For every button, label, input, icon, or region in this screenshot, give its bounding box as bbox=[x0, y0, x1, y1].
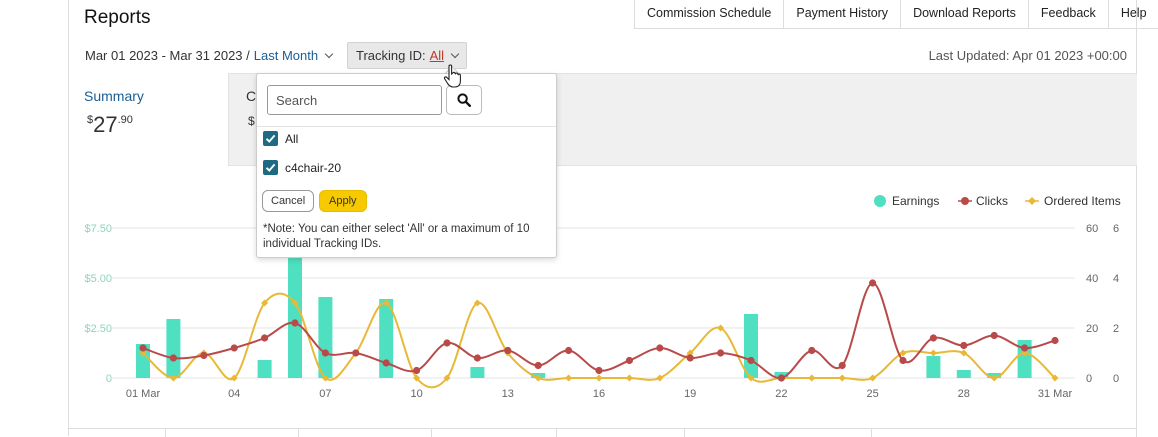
summary-cents: .90 bbox=[117, 114, 133, 126]
date-range: Mar 01 2023 - Mar 31 2023 / bbox=[85, 48, 250, 63]
summary-whole: 27 bbox=[93, 112, 118, 137]
nav-feedback[interactable]: Feedback bbox=[1029, 0, 1109, 28]
search-icon bbox=[457, 93, 471, 107]
option-label: c4chair-20 bbox=[285, 160, 342, 175]
tracking-id-dropdown: All c4chair-20 Cancel Apply *Note: You c… bbox=[256, 73, 557, 258]
divider bbox=[257, 126, 556, 127]
option-c4chair-20[interactable]: c4chair-20 bbox=[263, 160, 341, 175]
apply-button[interactable]: Apply bbox=[319, 190, 367, 212]
tracking-id-label: Tracking ID: bbox=[356, 48, 426, 63]
summary-label[interactable]: Summary bbox=[84, 88, 144, 104]
last-updated: Last Updated: Apr 01 2023 +00:00 bbox=[928, 48, 1127, 63]
checkbox-checked-icon[interactable] bbox=[263, 131, 278, 146]
report-frame bbox=[68, 0, 1137, 436]
tracking-search-input[interactable] bbox=[267, 85, 442, 115]
top-nav: Commission Schedule Payment History Down… bbox=[634, 0, 1158, 29]
hand-pointer-icon bbox=[443, 64, 461, 88]
tracking-note: *Note: You can either select 'All' or a … bbox=[263, 223, 530, 250]
option-label: All bbox=[285, 131, 299, 146]
checkbox-checked-icon[interactable] bbox=[263, 160, 278, 175]
summary-panel bbox=[69, 73, 1137, 166]
tracking-id-value[interactable]: All bbox=[430, 48, 444, 63]
option-all[interactable]: All bbox=[263, 131, 298, 146]
nav-commission-schedule[interactable]: Commission Schedule bbox=[635, 0, 785, 28]
nav-download-reports[interactable]: Download Reports bbox=[901, 0, 1029, 28]
nav-help[interactable]: Help bbox=[1109, 0, 1158, 28]
date-filter: Mar 01 2023 - Mar 31 2023 / Last Month bbox=[85, 48, 334, 63]
bottom-cards-strip bbox=[69, 428, 1137, 437]
cancel-button[interactable]: Cancel bbox=[262, 190, 315, 212]
chevron-down-icon[interactable] bbox=[450, 49, 460, 59]
card-two-label[interactable]: C bbox=[246, 88, 256, 104]
nav-payment-history[interactable]: Payment History bbox=[784, 0, 902, 28]
page-title: Reports bbox=[84, 7, 151, 28]
card-two-value: $ bbox=[248, 114, 255, 128]
summary-value: $ 27 .90 bbox=[87, 112, 133, 138]
period-link[interactable]: Last Month bbox=[254, 48, 318, 63]
chevron-down-icon[interactable] bbox=[324, 49, 334, 59]
